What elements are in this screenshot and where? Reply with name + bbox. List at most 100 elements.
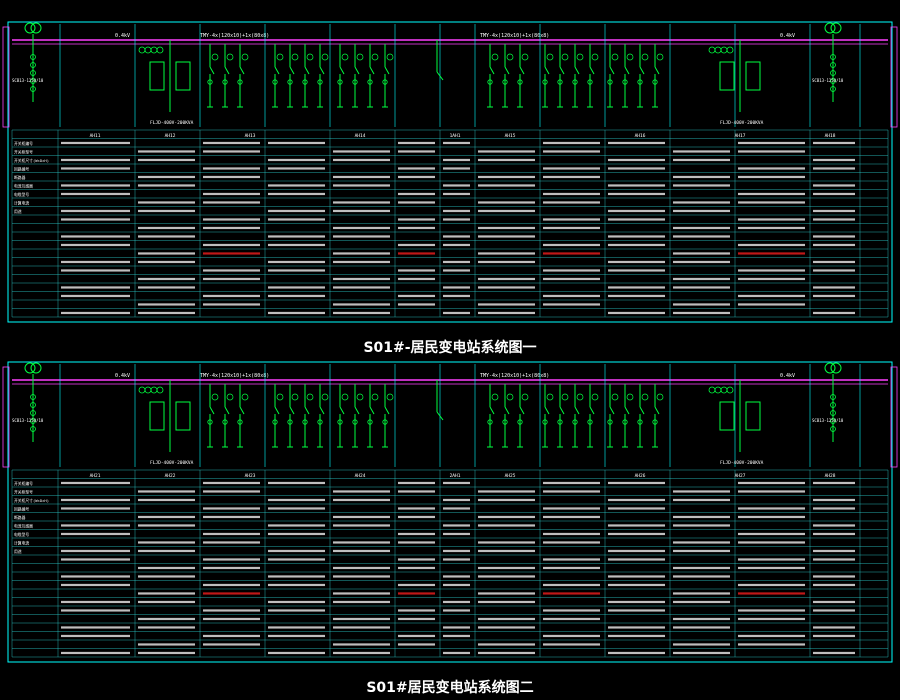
table-cell-text [443,158,470,162]
table-cell-text [203,269,260,272]
table-cell-text [443,626,470,629]
panel-id: 2AH1 [450,473,461,479]
table-cell-text [813,583,855,587]
table-cell-text [478,643,535,646]
table-cell-text [203,150,260,153]
table-cell-text [268,209,325,213]
table-cell-text [268,600,325,604]
table-cell-text [478,600,535,604]
table-cell-text [138,524,195,527]
ammeter-icon [521,53,529,61]
table-cell-text [333,286,390,289]
table-cell-text [61,575,130,578]
table-cell-text [673,541,730,544]
table-cell-text [268,498,325,502]
table-cell-text [138,311,195,315]
table-cell-text [333,277,390,281]
table-cell-text [543,201,600,204]
table-cell-text [268,294,325,298]
table-cell-text [203,201,260,204]
ammeter-icon [321,53,329,61]
transformer-left: SCB13-1250/10 [12,22,44,102]
table-cell-text [203,252,260,255]
feeder-circuit [572,384,584,448]
table-cell-text [738,532,805,536]
breaker-icon [654,406,660,415]
transformer-right: SCB13-1250/10 [812,22,844,102]
meter-icon [714,386,722,394]
table-cell-text [443,524,470,527]
table-cell-text [398,515,435,519]
table-cell-text [398,167,435,170]
bus-label-right: 0.4kV [780,373,795,379]
table-cell-text [478,175,535,179]
meter-icon [144,46,152,54]
feeder-circuit [382,44,394,108]
ammeter-icon [226,53,234,61]
feeder-circuit [542,384,554,448]
bus-label-mid-left: TMY-4x(120x10)+1x(80x8) [200,33,269,39]
ammeter-icon [506,393,514,401]
ammeter-icon [306,393,314,401]
meter-icon [156,386,164,394]
table-cell-text [398,218,435,221]
table-cell-text [543,617,600,621]
row-label: 用途 [14,549,22,554]
table-cell-text [608,294,665,298]
panel-id: AH12 [165,133,176,139]
table-cell-text [813,269,855,272]
table-cell-text [543,558,600,561]
table-cell-text [478,260,535,264]
table-cell-text [203,277,260,281]
table-cell-text [61,558,130,561]
table-cell-text [443,260,470,264]
table-cell-text [138,490,195,493]
breaker-icon [559,406,565,415]
table-cell-text [398,277,435,281]
table-cell-text [203,218,260,221]
table-cell-text [673,286,730,289]
table-cell-text [738,592,805,595]
bus-label-right: 0.4kV [780,33,795,39]
feeder-circuit [587,44,599,108]
table-cell-text [738,175,805,179]
capacitor-right: FLJD-400V-200KVA [708,40,764,126]
table-cell-text [738,583,805,587]
breaker-icon [609,66,615,75]
table-cell-text [478,303,535,306]
table-cell-text [398,558,435,561]
table-cell-text [268,218,325,221]
breaker-icon [384,66,390,75]
table-cell-text [813,634,855,638]
table-cell-text [478,201,535,204]
table-cell-text [738,226,805,230]
table-cell-text [543,226,600,230]
ammeter-icon [241,393,249,401]
table-cell-text [61,651,130,655]
meter-icon [156,46,164,54]
breaker-icon [589,406,595,415]
table-cell-text [203,609,260,612]
panel-id: AH13 [245,133,256,139]
table-cell-text [268,651,325,655]
table-cell-text [738,141,805,145]
table-cell-text [673,235,730,238]
ammeter-icon [641,393,649,401]
table-cell-text [138,498,195,502]
table-cell-text [268,626,325,629]
table-cell-text [61,583,130,587]
table-cell-text [478,184,535,187]
table-cell-text [203,175,260,179]
table-cell-text [813,524,855,527]
table-cell-text [333,524,390,527]
table-cell-text [738,294,805,298]
feeder-circuit [517,44,529,108]
table-cell-text [738,515,805,519]
table-cell-text [608,286,665,289]
ammeter-icon [386,53,394,61]
table-cell-text [61,481,130,485]
table-cell-text [608,184,665,187]
row-label: 开关柜型号 [14,489,33,494]
table-cell-text [333,184,390,187]
meter-icon [720,386,728,394]
